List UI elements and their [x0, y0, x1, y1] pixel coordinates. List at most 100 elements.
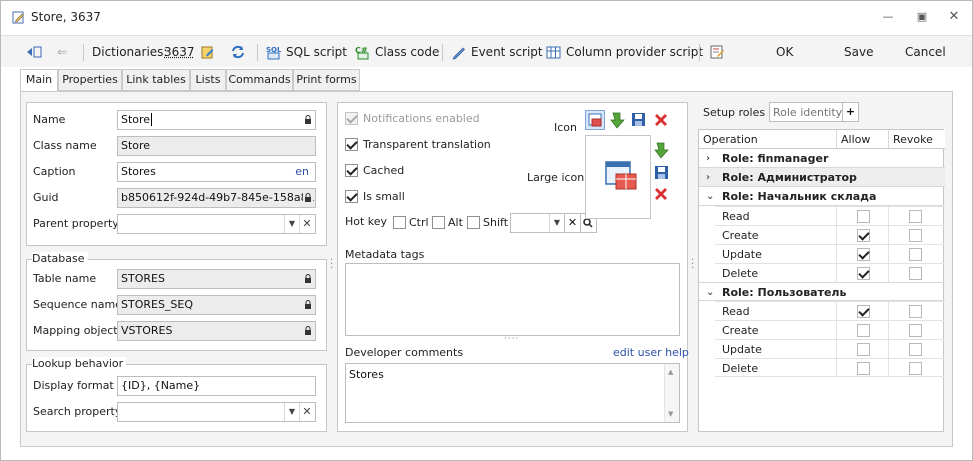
- delete-large-icon[interactable]: [653, 186, 669, 202]
- sequence-name-input[interactable]: STORES_SEQ: [117, 295, 316, 315]
- allow-checkbox[interactable]: [857, 343, 870, 356]
- maximize-icon[interactable]: ▣: [915, 10, 929, 24]
- operation-row[interactable]: Create: [699, 225, 945, 244]
- operation-row[interactable]: Delete: [699, 358, 945, 377]
- close-window-icon[interactable]: ✕: [947, 10, 961, 24]
- sql-script-button[interactable]: SQL SQL script: [266, 43, 347, 61]
- cached-checkbox[interactable]: [345, 164, 358, 177]
- checklist-edit-icon[interactable]: [709, 43, 725, 61]
- ok-button[interactable]: OK: [776, 43, 793, 61]
- table-name-input[interactable]: STORES: [117, 269, 316, 289]
- revoke-checkbox[interactable]: [909, 324, 922, 337]
- tab-lists[interactable]: Lists: [190, 69, 226, 91]
- event-script-button[interactable]: Event script: [451, 43, 543, 61]
- role-group-row[interactable]: ⌄ Role: Начальник склада: [699, 187, 945, 206]
- undo-icon[interactable]: ⇐: [57, 43, 67, 61]
- metadata-tags-input[interactable]: [345, 263, 680, 336]
- vertical-splitter[interactable]: · · ·: [330, 256, 333, 274]
- refresh-icon[interactable]: [231, 43, 245, 61]
- clear-icon[interactable]: ✕: [299, 215, 314, 233]
- save-large-icon[interactable]: [654, 165, 669, 180]
- developer-comments-textarea[interactable]: Stores ▲ ▼: [345, 363, 680, 423]
- allow-checkbox[interactable]: [857, 362, 870, 375]
- minimize-icon[interactable]: —: [881, 10, 895, 24]
- is-small-checkbox[interactable]: [345, 190, 358, 203]
- ctrl-checkbox[interactable]: [393, 216, 406, 229]
- operation-row[interactable]: Create: [699, 320, 945, 339]
- revoke-column-header[interactable]: Revoke: [889, 130, 945, 149]
- operation-row[interactable]: Update: [699, 339, 945, 358]
- column-provider-script-button[interactable]: Column provider script: [546, 43, 703, 61]
- navigate-back-icon[interactable]: [26, 43, 42, 61]
- revoke-checkbox[interactable]: [909, 267, 922, 280]
- role-identity-input[interactable]: [769, 102, 843, 122]
- chevron-down-icon[interactable]: ▼: [284, 215, 299, 233]
- revoke-checkbox[interactable]: [909, 229, 922, 242]
- horizontal-splitter[interactable]: ····: [504, 335, 519, 344]
- allow-checkbox[interactable]: [857, 324, 870, 337]
- search-property-combo[interactable]: ▼ ✕: [117, 402, 316, 422]
- caption-input[interactable]: Stores en: [117, 162, 316, 182]
- dictionaries-id-link[interactable]: 3637: [164, 43, 195, 61]
- expand-chevron-icon[interactable]: ›: [706, 149, 710, 168]
- clear-hotkey-icon[interactable]: ✕: [564, 213, 581, 233]
- save-button[interactable]: Save: [844, 43, 873, 61]
- chevron-down-icon[interactable]: ▼: [549, 214, 564, 232]
- revoke-checkbox[interactable]: [909, 210, 922, 223]
- hot-key-combo[interactable]: ▼: [510, 213, 565, 233]
- class-code-button[interactable]: C# Class code: [355, 43, 439, 61]
- tab-properties[interactable]: Properties: [58, 69, 122, 91]
- expand-chevron-icon[interactable]: ›: [706, 168, 710, 187]
- table-icon: [546, 46, 561, 58]
- name-input[interactable]: Store: [117, 110, 316, 130]
- role-group-row[interactable]: ⌄ Role: Пользователь: [699, 282, 945, 301]
- guid-input[interactable]: b850612f-924d-49b7-845e-158a814: [117, 188, 316, 208]
- add-role-button[interactable]: +: [842, 102, 859, 122]
- allow-column-header[interactable]: Allow: [837, 130, 889, 149]
- revoke-checkbox[interactable]: [909, 343, 922, 356]
- cancel-button[interactable]: Cancel: [905, 43, 946, 61]
- tab-link-tables[interactable]: Link tables: [122, 69, 190, 91]
- allow-checkbox[interactable]: [857, 248, 870, 261]
- operation-column-header[interactable]: Operation: [699, 130, 837, 149]
- class-name-input[interactable]: Store: [117, 136, 316, 156]
- collapse-chevron-icon[interactable]: ⌄: [706, 283, 714, 302]
- edit-user-help-link[interactable]: edit user help: [613, 346, 689, 359]
- role-group-row[interactable]: › Role: Администратор: [699, 168, 945, 187]
- tab-main[interactable]: Main: [20, 69, 58, 92]
- tab-print-forms[interactable]: Print forms: [293, 69, 360, 91]
- collapse-chevron-icon[interactable]: ⌄: [706, 187, 714, 206]
- revoke-checkbox[interactable]: [909, 362, 922, 375]
- caption-language-link[interactable]: en: [295, 163, 309, 181]
- allow-checkbox[interactable]: [857, 267, 870, 280]
- role-group-row[interactable]: › Role: finmanager: [699, 149, 945, 168]
- operation-row[interactable]: Read: [699, 206, 945, 225]
- vertical-splitter[interactable]: · · ·: [691, 256, 694, 274]
- parent-property-combo[interactable]: ▼ ✕: [117, 214, 316, 234]
- allow-checkbox[interactable]: [857, 210, 870, 223]
- shift-checkbox[interactable]: [467, 216, 480, 229]
- clear-icon[interactable]: ✕: [299, 403, 314, 421]
- alt-checkbox[interactable]: [432, 216, 445, 229]
- large-icon-preview[interactable]: [585, 135, 651, 219]
- tab-commands[interactable]: Commands: [226, 69, 293, 91]
- load-large-icon[interactable]: [654, 141, 670, 159]
- delete-icon[interactable]: [653, 112, 669, 128]
- notifications-enabled-checkbox[interactable]: [345, 112, 358, 125]
- scrollbar[interactable]: ▲ ▼: [664, 364, 679, 422]
- allow-checkbox[interactable]: [857, 229, 870, 242]
- operation-row[interactable]: Update: [699, 244, 945, 263]
- revoke-checkbox[interactable]: [909, 305, 922, 318]
- edit-dictionary-icon[interactable]: [200, 43, 215, 61]
- save-icon[interactable]: [631, 112, 646, 127]
- operation-row[interactable]: Delete: [699, 263, 945, 282]
- transparent-translation-checkbox[interactable]: [345, 138, 358, 151]
- display-format-input[interactable]: {ID}, {Name}: [117, 376, 316, 396]
- mapping-object-input[interactable]: VSTORES: [117, 321, 316, 341]
- small-icon-preview[interactable]: [585, 110, 605, 130]
- revoke-checkbox[interactable]: [909, 248, 922, 261]
- load-icon[interactable]: [610, 111, 626, 129]
- chevron-down-icon[interactable]: ▼: [284, 403, 299, 421]
- operation-row[interactable]: Read: [699, 301, 945, 320]
- allow-checkbox[interactable]: [857, 305, 870, 318]
